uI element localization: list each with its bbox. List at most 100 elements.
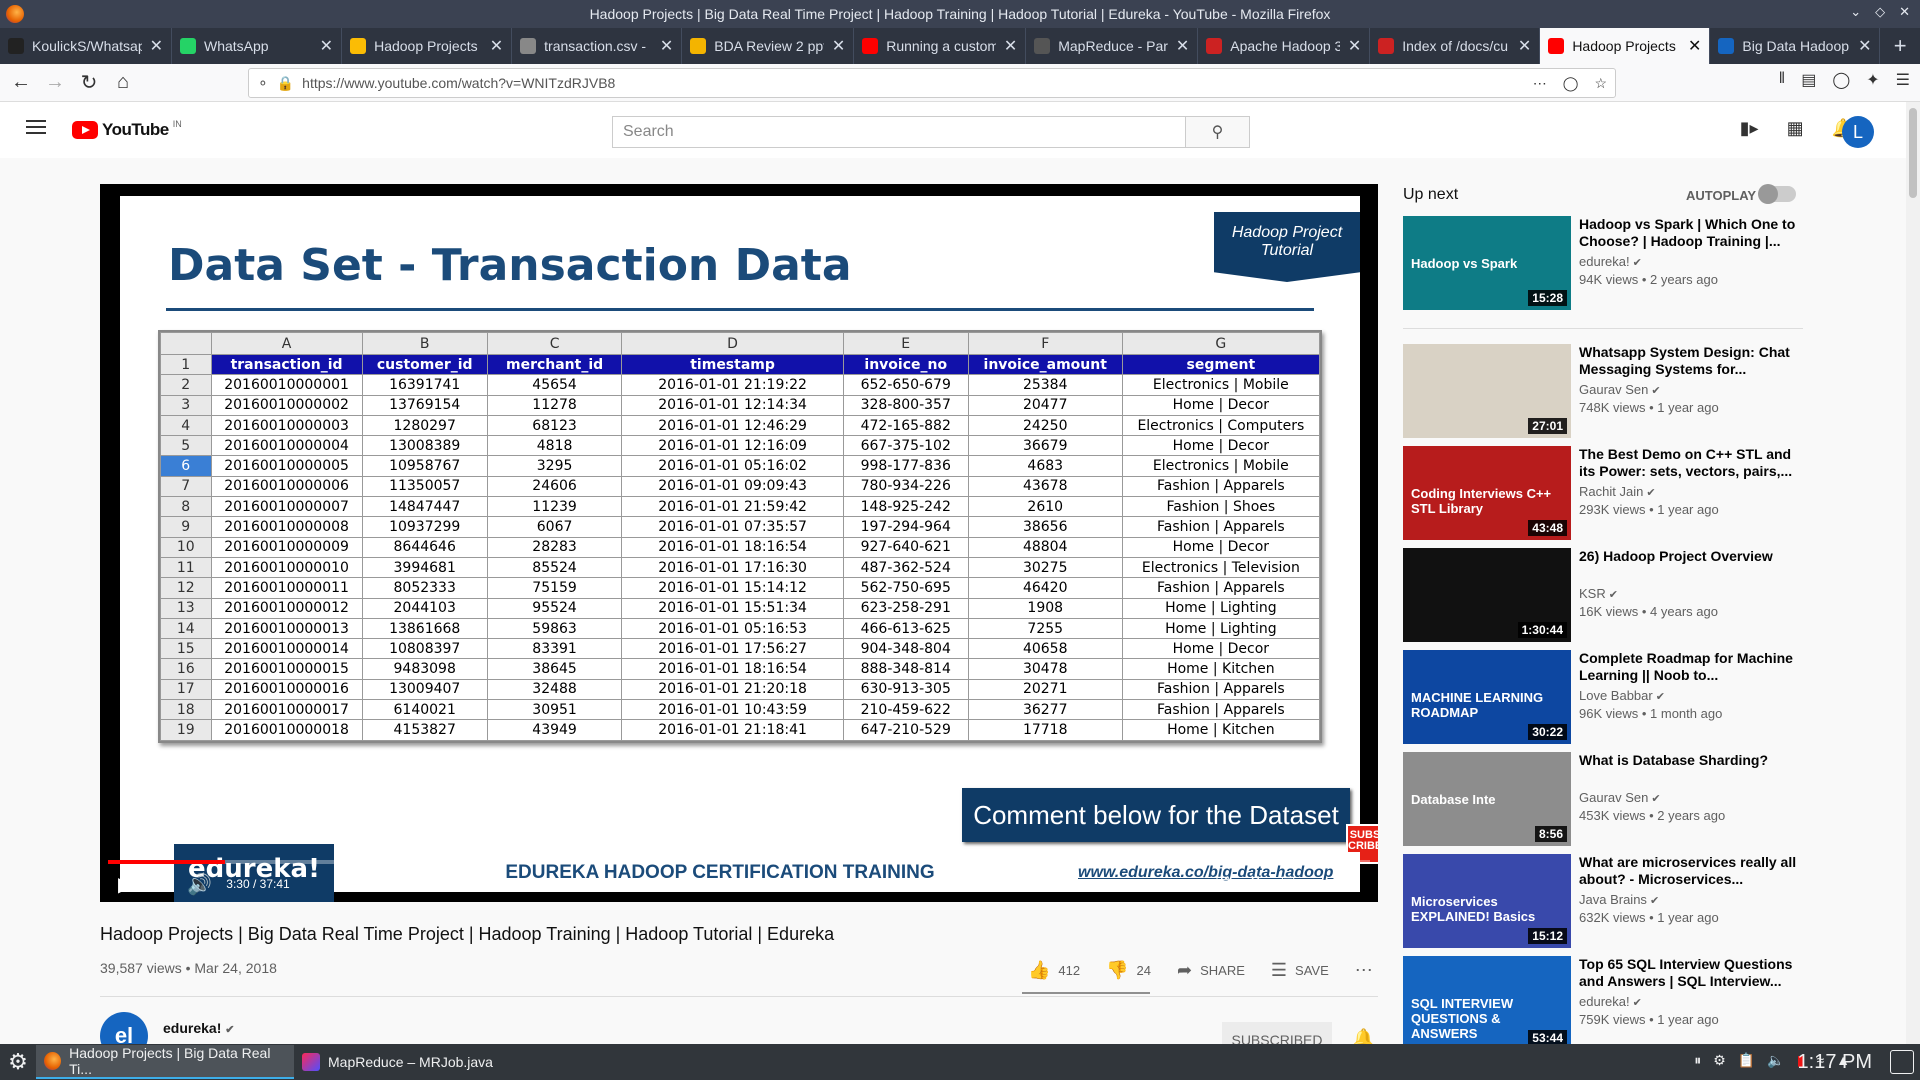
- reload-icon[interactable]: ↻: [72, 66, 106, 100]
- channel-text[interactable]: Gaurav Sen: [1579, 790, 1648, 805]
- recommended-title[interactable]: Complete Roadmap for Machine Learning ||…: [1579, 650, 1801, 684]
- account-icon[interactable]: ◯: [1832, 70, 1850, 90]
- bookmark-star-icon[interactable]: ☆: [1594, 75, 1607, 92]
- channel-text[interactable]: Love Babbar: [1579, 688, 1653, 703]
- sidebar-icon[interactable]: ▤: [1801, 70, 1816, 90]
- video-thumbnail[interactable]: MACHINE LEARNING ROADMAP 30:22: [1403, 650, 1571, 744]
- search-input[interactable]: Search: [612, 116, 1186, 148]
- clipboard-icon[interactable]: 📋: [1738, 1052, 1755, 1069]
- task-intellij[interactable]: MapReduce – MRJob.java: [294, 1045, 552, 1079]
- tab-close-icon[interactable]: ✕: [1176, 36, 1189, 56]
- video-thumbnail[interactable]: 1:30:44: [1403, 548, 1571, 642]
- settings-gear-icon[interactable]: ⚙: [1248, 872, 1262, 892]
- recommended-channel[interactable]: edureka! ✔: [1579, 994, 1642, 1009]
- tab-close-icon[interactable]: ✕: [150, 36, 163, 56]
- more-actions-button[interactable]: ⋯: [1355, 960, 1373, 981]
- channel-name-text[interactable]: edureka!: [163, 1020, 221, 1036]
- recommended-title[interactable]: The Best Demo on C++ STL and its Power: …: [1579, 446, 1801, 480]
- fullscreen-icon[interactable]: ⛶: [1347, 872, 1358, 892]
- channel-text[interactable]: edureka!: [1579, 254, 1630, 269]
- application-launcher-icon[interactable]: ⚙: [0, 1044, 36, 1080]
- home-icon[interactable]: ⌂: [106, 66, 140, 100]
- recommended-title[interactable]: Hadoop vs Spark | Which One to Choose? |…: [1579, 216, 1801, 250]
- browser-tab[interactable]: KoulickS/Whatsap ✕: [0, 28, 172, 64]
- youtube-logo[interactable]: YouTube IN: [72, 119, 182, 140]
- recommended-video[interactable]: Hadoop vs Spark 15:28 Hadoop vs Spark | Wh…: [1403, 216, 1803, 312]
- recommended-video[interactable]: SQL INTERVIEW QUESTIONS & ANSWERS 53:44 To…: [1403, 956, 1803, 1052]
- channel-name[interactable]: edureka! ✔: [163, 1020, 234, 1036]
- back-icon[interactable]: ←: [4, 66, 38, 100]
- browser-tab[interactable]: Index of /docs/cu ✕: [1370, 28, 1541, 64]
- browser-tab[interactable]: Running a custom ✕: [854, 28, 1027, 64]
- forward-icon[interactable]: →: [38, 66, 72, 100]
- captions-icon[interactable]: ▤: [1215, 872, 1230, 892]
- channel-text[interactable]: Java Brains: [1579, 892, 1647, 907]
- browser-tab[interactable]: Hadoop Projects ✕: [342, 28, 513, 64]
- show-desktop-icon[interactable]: [1890, 1050, 1914, 1074]
- browser-tab[interactable]: Big Data Hadoop ✕: [1710, 28, 1881, 64]
- apps-grid-icon[interactable]: ▦: [1787, 118, 1804, 139]
- browser-tab[interactable]: MapReduce - Par ✕: [1026, 28, 1199, 64]
- video-thumbnail[interactable]: Microservices EXPLAINED! Basics 15:12: [1403, 854, 1571, 948]
- vpn-icon[interactable]: ⚙: [1713, 1052, 1726, 1069]
- progress-bar[interactable]: [108, 860, 1370, 864]
- recommended-title[interactable]: Whatsapp System Design: Chat Messaging S…: [1579, 344, 1801, 378]
- channel-text[interactable]: Rachit Jain: [1579, 484, 1643, 499]
- scrollbar-thumb[interactable]: [1909, 108, 1917, 198]
- user-avatar[interactable]: L: [1842, 116, 1874, 148]
- volume-tray-icon[interactable]: 🔈: [1767, 1052, 1784, 1069]
- video-thumbnail[interactable]: Coding Interviews C++ STL Library 43:48: [1403, 446, 1571, 540]
- recommended-title[interactable]: 26) Hadoop Project Overview: [1579, 548, 1801, 565]
- pocket-icon[interactable]: ◯: [1563, 75, 1579, 92]
- browser-tab[interactable]: transaction.csv - ✕: [512, 28, 683, 64]
- miniplayer-icon[interactable]: ▣: [1281, 872, 1296, 892]
- next-video-icon[interactable]: ⏭: [151, 873, 169, 896]
- guide-menu-icon[interactable]: [26, 120, 46, 134]
- dislike-button[interactable]: 👎 24: [1106, 960, 1151, 981]
- video-thumbnail[interactable]: Hadoop vs Spark 15:28: [1403, 216, 1571, 310]
- tab-close-icon[interactable]: ✕: [1004, 36, 1017, 56]
- new-tab-icon[interactable]: +: [1880, 28, 1920, 64]
- recommended-channel[interactable]: Java Brains ✔: [1579, 892, 1659, 907]
- theater-mode-icon[interactable]: ▭: [1314, 872, 1329, 892]
- recommended-title[interactable]: What is Database Sharding?: [1579, 752, 1801, 769]
- recommended-video[interactable]: MACHINE LEARNING ROADMAP 30:22 Complete Ro…: [1403, 650, 1803, 746]
- video-thumbnail[interactable]: Database Inte 8:56: [1403, 752, 1571, 846]
- channel-text[interactable]: KSR: [1579, 586, 1606, 601]
- recommended-channel[interactable]: edureka! ✔: [1579, 254, 1642, 269]
- tab-close-icon[interactable]: ✕: [1348, 36, 1361, 56]
- close-window-icon[interactable]: ✕: [1899, 4, 1910, 20]
- share-button[interactable]: ➦ SHARE: [1177, 960, 1245, 981]
- like-button[interactable]: 👍 412: [1028, 960, 1080, 981]
- shield-icon[interactable]: ⚬: [257, 75, 269, 92]
- recommended-channel[interactable]: KSR ✔: [1579, 586, 1618, 601]
- channel-text[interactable]: edureka!: [1579, 994, 1630, 1009]
- tab-close-icon[interactable]: ✕: [1518, 36, 1531, 56]
- url-text[interactable]: https://www.youtube.com/watch?v=WNITzdRJ…: [302, 75, 615, 91]
- restore-icon[interactable]: ◇: [1875, 4, 1885, 20]
- lock-icon[interactable]: 🔒: [277, 75, 294, 92]
- page-actions-icon[interactable]: ⋯: [1533, 75, 1547, 92]
- video-player[interactable]: Data Set - Transaction Data Hadoop Proje…: [100, 184, 1378, 902]
- create-video-icon[interactable]: ▮▸: [1740, 118, 1759, 139]
- library-icon[interactable]: ‖: [1779, 70, 1786, 90]
- autoplay-toggle[interactable]: [1758, 184, 1796, 204]
- recommended-channel[interactable]: Gaurav Sen ✔: [1579, 790, 1661, 805]
- recommended-channel[interactable]: Gaurav Sen ✔: [1579, 382, 1661, 397]
- recommended-channel[interactable]: Love Babbar ✔: [1579, 688, 1665, 703]
- recommended-title[interactable]: Top 65 SQL Interview Questions and Answe…: [1579, 956, 1801, 990]
- recommended-title[interactable]: What are microservices really all about?…: [1579, 854, 1801, 888]
- clock[interactable]: 1:17 PM: [1798, 1051, 1872, 1074]
- url-bar[interactable]: ⚬ 🔒 https://www.youtube.com/watch?v=WNIT…: [248, 68, 1616, 98]
- browser-tab[interactable]: WhatsApp ✕: [172, 28, 343, 64]
- recommended-channel[interactable]: Rachit Jain ✔: [1579, 484, 1656, 499]
- channel-text[interactable]: Gaurav Sen: [1579, 382, 1648, 397]
- browser-tab[interactable]: Apache Hadoop 3 ✕: [1198, 28, 1371, 64]
- tab-close-icon[interactable]: ✕: [832, 36, 845, 56]
- task-firefox[interactable]: Hadoop Projects | Big Data Real Ti...: [36, 1045, 294, 1079]
- tab-close-icon[interactable]: ✕: [660, 36, 673, 56]
- recommended-video[interactable]: 1:30:44 26) Hadoop Project Overview KSR ✔ 1…: [1403, 548, 1803, 644]
- video-thumbnail[interactable]: 27:01: [1403, 344, 1571, 438]
- recommended-video[interactable]: 27:01 Whatsapp System Design: Chat Messag…: [1403, 344, 1803, 440]
- tab-close-icon[interactable]: ✕: [1858, 36, 1871, 56]
